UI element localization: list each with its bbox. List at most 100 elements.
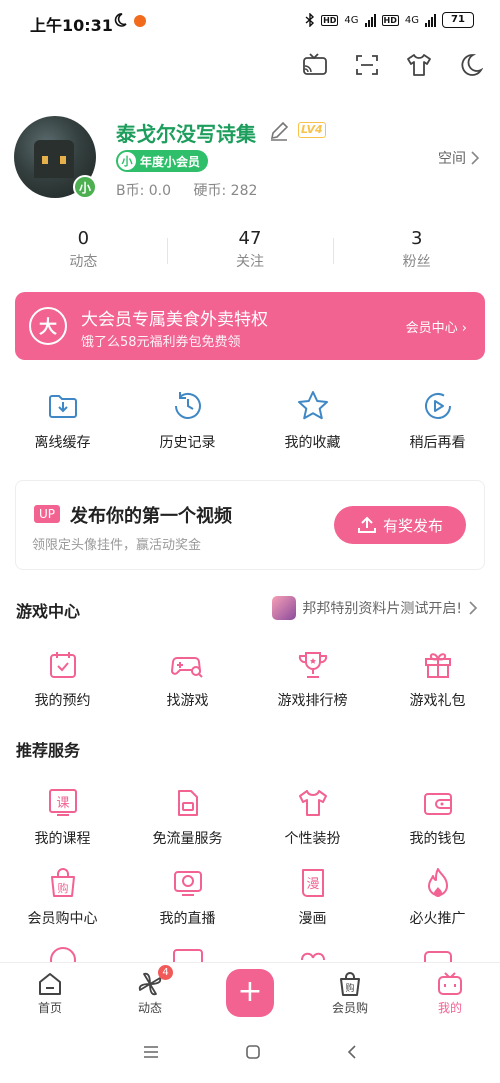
status-time: 上午10:31 (30, 16, 113, 35)
hd-badge: HD (381, 14, 399, 26)
space-link[interactable]: 空间 (438, 148, 480, 168)
nav-publish[interactable]: + (200, 963, 300, 1024)
battery-indicator: 71 (442, 12, 474, 28)
nav-label: 动态 (137, 1001, 162, 1015)
avatar-image (34, 140, 74, 178)
upload-title: 发布你的第一个视频 (70, 506, 232, 527)
game-gifts-button[interactable]: 游戏礼包 (375, 648, 500, 710)
watch-later-button[interactable]: 稍后再看 (375, 388, 500, 452)
partial-service-item[interactable] (125, 944, 250, 962)
game-ranking-button[interactable]: 游戏排行榜 (250, 648, 375, 710)
nav-label: 会员购 (331, 1001, 368, 1015)
menu-icon[interactable] (142, 1044, 160, 1063)
nav-dynamics[interactable]: 4 动态 (100, 963, 200, 1024)
live-tv-icon (125, 866, 250, 900)
stat-following[interactable]: 47 关注 (166, 228, 334, 276)
find-games-button[interactable]: 找游戏 (125, 648, 250, 710)
chevron-right-icon (469, 601, 478, 615)
scan-icon[interactable] (352, 50, 382, 80)
stat-number: 0 (77, 228, 90, 249)
pinwheel-icon (100, 969, 200, 999)
vip-logo-icon: 大 (29, 307, 67, 345)
upload-icon (357, 516, 376, 533)
stats-row: 0 动态 47 关注 3 粉丝 (0, 228, 500, 276)
vip-promo-banner[interactable]: 大 大会员专属美食外卖特权 饿了么58元福利券包免费领 会员中心 › (15, 292, 485, 360)
nav-mine[interactable]: 我的 (400, 963, 500, 1024)
tshirt-icon[interactable] (404, 50, 434, 80)
service-label: 我的直播 (159, 911, 216, 927)
promotion-button[interactable]: 必火推广 (375, 866, 500, 928)
status-bar: 上午10:31 HD 4G HD 4G 71 (0, 0, 500, 44)
wallet-icon (375, 786, 500, 820)
nav-home[interactable]: 首页 (0, 963, 100, 1024)
vip-label: 年度小会员 (140, 154, 201, 169)
watch-later-icon (375, 388, 500, 424)
space-label: 空间 (438, 151, 466, 167)
nav-member-shop[interactable]: 购 会员购 (300, 963, 400, 1024)
up-badge: UP (34, 505, 61, 523)
banner-title: 大会员专属美食外卖特权 (81, 310, 268, 330)
free-data-button[interactable]: 免流量服务 (125, 786, 250, 848)
avatar-vip-badge: 小 (73, 175, 97, 199)
stat-label: 关注 (236, 254, 264, 270)
comic-icon: 漫 (250, 866, 375, 900)
home-button-icon[interactable] (245, 1044, 261, 1064)
back-icon[interactable] (346, 1044, 358, 1064)
service-label: 漫画 (298, 911, 327, 927)
coin-info: B币: 0.0 硬币: 282 (116, 180, 275, 200)
nav-label: 首页 (37, 1001, 62, 1015)
game-center-title: 游戏中心 (16, 602, 81, 621)
app-notification-icon (134, 15, 146, 27)
svg-text:课: 课 (56, 796, 69, 811)
service-label: 免流量服务 (152, 831, 223, 847)
stat-label: 动态 (69, 254, 98, 270)
my-wallet-button[interactable]: 我的钱包 (375, 786, 500, 848)
quick-actions: 离线缓存 历史记录 我的收藏 稍后再看 (0, 388, 500, 452)
publish-button[interactable]: 有奖发布 (334, 506, 466, 544)
favorites-button[interactable]: 我的收藏 (250, 388, 375, 452)
member-shop-button[interactable]: 购 会员购中心 (0, 866, 125, 928)
comic-button[interactable]: 漫 漫画 (250, 866, 375, 928)
offline-cache-button[interactable]: 离线缓存 (0, 388, 125, 452)
gift-icon (375, 648, 500, 682)
shopping-bag-icon: 购 (0, 866, 125, 900)
signal-icon (425, 13, 436, 27)
tv-mascot-icon (400, 969, 500, 999)
my-live-button[interactable]: 我的直播 (125, 866, 250, 928)
top-toolbar (300, 50, 486, 80)
service-label: 我的课程 (34, 831, 91, 847)
game-label: 找游戏 (166, 693, 209, 709)
my-courses-button[interactable]: 课 我的课程 (0, 786, 125, 848)
partial-service-item[interactable] (0, 944, 125, 962)
download-folder-icon (0, 388, 125, 424)
service-label: 我的钱包 (409, 831, 466, 847)
night-mode-icon[interactable] (456, 50, 486, 80)
level-badge: LV4 (298, 122, 326, 138)
vip-center-link[interactable]: 会员中心 › (406, 317, 467, 336)
username[interactable]: 泰戈尔没写诗集 (116, 118, 256, 147)
game-promo-link[interactable]: 邦邦特别资料片测试开启! (272, 596, 478, 620)
bluetooth-icon (305, 13, 315, 27)
stat-dynamics[interactable]: 0 动态 (0, 228, 167, 276)
calendar-icon (0, 648, 125, 682)
svg-text:购: 购 (345, 982, 354, 994)
history-button[interactable]: 历史记录 (125, 388, 250, 452)
shopping-bag-icon: 购 (300, 969, 400, 999)
personal-decoration-button[interactable]: 个性装扮 (250, 786, 375, 848)
bottom-navigation: 首页 4 动态 + 购 会员购 我的 (0, 962, 500, 1024)
partial-service-item[interactable] (375, 944, 500, 962)
plus-icon[interactable]: + (226, 969, 274, 1017)
my-reservations-button[interactable]: 我的预约 (0, 648, 125, 710)
quick-label: 历史记录 (159, 435, 216, 451)
banner-subtitle: 饿了么58元福利券包免费领 (81, 335, 241, 350)
stat-number: 3 (410, 228, 423, 249)
tshirt-icon (250, 786, 375, 820)
tv-cast-icon[interactable] (300, 50, 330, 80)
partial-service-item[interactable] (250, 944, 375, 962)
service-label: 个性装扮 (284, 831, 341, 847)
stat-label: 粉丝 (402, 254, 431, 270)
edit-icon[interactable] (268, 120, 290, 146)
stat-fans[interactable]: 3 粉丝 (333, 228, 500, 276)
course-icon: 课 (0, 786, 125, 820)
vip-badge[interactable]: 小 年度小会员 (116, 150, 209, 172)
